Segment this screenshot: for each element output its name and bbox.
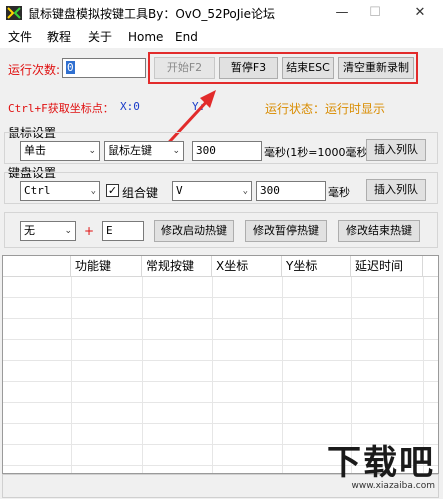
app-icon: [6, 6, 22, 20]
run-count-label: 运行次数:: [8, 63, 61, 77]
maximize-button[interactable]: ☐: [355, 0, 395, 26]
menu-tutorial[interactable]: 教程: [47, 27, 71, 47]
watermark-url: www.xiazaiba.com: [351, 481, 435, 491]
table-header-x[interactable]: X坐标: [212, 256, 282, 277]
run-count-input[interactable]: 0: [62, 58, 146, 78]
combo-key-label: 组合键: [122, 186, 159, 200]
chevron-down-icon: ⌄: [172, 146, 180, 156]
window-title: 鼠标键盘模拟按键工具By：OvO_52PoJie论坛: [28, 7, 276, 21]
keyboard-modifier-select[interactable]: Ctrl ⌄: [20, 181, 100, 201]
hotkey-modifier-select[interactable]: 无 ⌄: [20, 221, 76, 241]
keyboard-insert-button[interactable]: 插入列队: [366, 179, 426, 201]
clear-rerecord-button[interactable]: 清空重新录制: [338, 57, 414, 79]
mouse-button-select[interactable]: 鼠标左键 ⌄: [104, 141, 184, 161]
keyboard-key-select[interactable]: V ⌄: [172, 181, 252, 201]
combo-key-checkbox[interactable]: ✓: [106, 184, 119, 197]
coord-hint: Ctrl+F获取坐标点：: [8, 102, 114, 115]
table-header-delay[interactable]: 延迟时间: [351, 256, 423, 277]
keyboard-delay-input[interactable]: 300: [256, 181, 326, 201]
minimize-icon: —: [335, 5, 349, 20]
chevron-down-icon: ⌄: [242, 186, 248, 196]
table-header-y[interactable]: Y坐标: [282, 256, 351, 277]
hotkey-plus: +: [84, 224, 95, 238]
chevron-down-icon: ⌄: [90, 186, 96, 196]
mouse-delay-input[interactable]: 300: [192, 141, 262, 161]
watermark-text: 下载吧: [327, 443, 435, 483]
table-header-normal-key[interactable]: 常规按键: [142, 256, 212, 277]
menu-end[interactable]: End: [175, 27, 198, 47]
pause-button[interactable]: 暂停F3: [219, 57, 278, 79]
mouse-delay-hint: 毫秒(1秒=1000毫秒: [264, 146, 368, 159]
chevron-down-icon: ⌄: [64, 226, 72, 236]
chevron-down-icon: ⌄: [88, 146, 96, 156]
close-button[interactable]: ✕: [400, 0, 440, 26]
close-icon: ✕: [414, 5, 426, 20]
menu-about[interactable]: 关于: [88, 27, 112, 47]
hotkey-key-input[interactable]: E: [102, 221, 144, 241]
start-button[interactable]: 开始F2: [154, 57, 215, 79]
mouse-insert-button[interactable]: 插入列队: [366, 139, 426, 161]
change-pause-hotkey-button[interactable]: 修改暂停热键: [245, 220, 327, 242]
change-end-hotkey-button[interactable]: 修改结束热键: [338, 220, 420, 242]
end-button[interactable]: 结束ESC: [282, 57, 334, 79]
maximize-icon: ☐: [369, 5, 381, 20]
mouse-action-select[interactable]: 单击 ⌄: [20, 141, 100, 161]
menu-home[interactable]: Home: [128, 27, 163, 47]
table-header-filler: [423, 256, 438, 277]
x-coord: X:0: [120, 100, 140, 113]
run-status: 运行状态：运行时显示: [265, 102, 386, 116]
menu-file[interactable]: 文件: [8, 27, 32, 47]
table-header-function-key[interactable]: 功能键: [71, 256, 142, 277]
table-header-index: [3, 256, 71, 277]
action-queue-table[interactable]: 功能键 常规按键 X坐标 Y坐标 延迟时间: [2, 255, 439, 474]
change-start-hotkey-button[interactable]: 修改启动热键: [154, 220, 234, 242]
watermark: 下载吧 www.xiazaiba.com: [315, 445, 435, 495]
keyboard-delay-unit: 毫秒: [328, 186, 350, 199]
